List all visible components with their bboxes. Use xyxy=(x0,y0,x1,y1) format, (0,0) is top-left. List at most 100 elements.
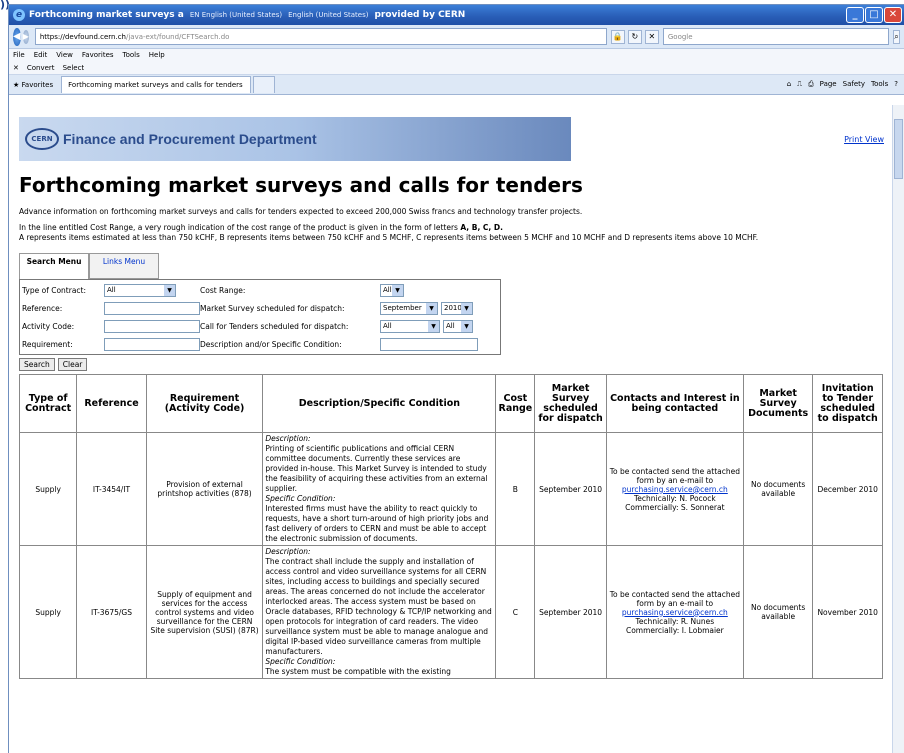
header-cost: Cost Range xyxy=(495,374,536,433)
email-link[interactable]: purchasing.service@cern.ch xyxy=(622,485,728,494)
type-select[interactable]: All ▼ xyxy=(104,283,176,297)
address-bar[interactable]: https://devfound.cern.ch /java-ext/found… xyxy=(34,28,607,45)
header-docs: Market Survey Documents xyxy=(742,374,814,433)
maximize-button[interactable]: □ xyxy=(865,7,883,23)
address-path: /java-ext/found/CFTSearch.do xyxy=(126,32,230,41)
cell-description: Description: The contract shall include … xyxy=(262,545,497,679)
new-tab-button[interactable] xyxy=(253,76,276,93)
cell-cost: B xyxy=(495,432,536,546)
minimize-button[interactable]: _ xyxy=(846,7,864,23)
menu-tools[interactable]: Tools xyxy=(123,51,140,59)
select-button[interactable]: Select xyxy=(63,64,85,72)
tab-active[interactable]: Forthcoming market surveys and calls for… xyxy=(61,76,252,93)
menu-tabs: Search Menu Links Menu xyxy=(19,253,179,279)
help-icon[interactable]: ? xyxy=(894,80,898,89)
cft-year-value: All xyxy=(446,322,455,330)
desc-text: Printing of scientific publications and … xyxy=(265,444,488,493)
tab-search-menu[interactable]: Search Menu xyxy=(19,253,89,279)
department-banner: CERN Finance and Procurement Department xyxy=(19,117,571,161)
cell-description: Description: Printing of scientific publ… xyxy=(262,432,497,546)
requirement-input[interactable] xyxy=(104,337,200,351)
favorites-button[interactable]: ★ Favorites xyxy=(13,81,53,89)
print-view-link[interactable]: Print View xyxy=(844,135,884,144)
lock-icon[interactable]: 🔒 xyxy=(610,29,625,44)
cost-select[interactable]: All ▼ xyxy=(380,283,404,297)
address-icons: 🔒 ↻ ✕ xyxy=(610,29,659,44)
tab-links-menu[interactable]: Links Menu xyxy=(89,253,159,279)
cond-heading: Specific Condition: xyxy=(265,657,336,666)
search-button[interactable]: Search xyxy=(19,358,55,371)
cell-reference: IT-3454/IT xyxy=(76,432,147,546)
header-contacts: Contacts and Interest in being contacted xyxy=(605,374,744,433)
feeds-icon[interactable]: ⎍ xyxy=(797,80,802,89)
cft-month-select[interactable]: All ▼ xyxy=(380,319,440,333)
back-button[interactable]: ◀ xyxy=(13,27,21,46)
header-description: Description/Specific Condition xyxy=(262,374,497,433)
chevron-down-icon: ▼ xyxy=(461,320,472,332)
cft-year-select[interactable]: All ▼ xyxy=(443,319,473,333)
vertical-scrollbar[interactable] xyxy=(892,105,904,753)
ms-year-select[interactable]: 2010 ▼ xyxy=(441,301,473,315)
desc-input[interactable] xyxy=(380,337,478,351)
menu-edit[interactable]: Edit xyxy=(34,51,48,59)
menu-help[interactable]: Help xyxy=(149,51,165,59)
reference-label: Reference: xyxy=(22,303,63,313)
convert-button[interactable]: Convert xyxy=(27,64,55,72)
forward-button[interactable]: ▶ xyxy=(22,29,29,44)
cell-requirement: Supply of equipment and services for the… xyxy=(145,545,264,679)
search-box[interactable]: Google xyxy=(662,28,889,45)
cern-logo: CERN xyxy=(25,128,59,150)
language-bar-2[interactable]: English (United States) xyxy=(288,11,368,19)
command-bar: ⌂ ⎍ ⎙ Page Safety Tools ? xyxy=(787,80,904,89)
menu-file[interactable]: File xyxy=(13,51,25,59)
provided-by: provided by CERN xyxy=(374,10,466,20)
type-value: All xyxy=(107,286,116,294)
page-title: Forthcoming market surveys and calls for… xyxy=(19,173,583,197)
cft-label: Call for Tenders scheduled for dispatch: xyxy=(200,321,349,331)
banner-title: Finance and Procurement Department xyxy=(63,131,317,147)
print-icon[interactable]: ⎙ xyxy=(808,80,814,89)
table-row: Supply IT-3675/GS Supply of equipment an… xyxy=(18,545,883,679)
reference-input[interactable] xyxy=(104,301,200,315)
cell-docs: No documents available xyxy=(742,545,814,679)
close-button[interactable]: ✕ xyxy=(884,7,902,23)
cell-docs: No documents available xyxy=(742,432,814,546)
cell-ms: September 2010 xyxy=(534,432,607,546)
tools-menu[interactable]: Tools xyxy=(871,80,888,89)
menu-view[interactable]: View xyxy=(56,51,73,59)
scrollbar-thumb[interactable] xyxy=(894,119,903,179)
ms-year-value: 2010 xyxy=(444,304,462,312)
clear-button[interactable]: Clear xyxy=(57,358,88,371)
stop-icon[interactable]: ✕ xyxy=(644,29,659,44)
cell-reference: IT-3675/GS xyxy=(76,545,147,679)
cond-text: Interested firms must have the ability t… xyxy=(265,504,489,543)
activity-label: Activity Code: xyxy=(22,321,75,331)
refresh-icon[interactable]: ↻ xyxy=(627,29,642,44)
search-icon[interactable]: ⌕ xyxy=(892,29,900,44)
page-content: CERN Finance and Procurement Department … xyxy=(9,105,892,753)
page-menu[interactable]: Page xyxy=(820,80,837,89)
cost-range-letters: A, B, C, D. xyxy=(460,223,503,232)
search-placeholder: Google xyxy=(667,32,693,41)
email-link[interactable]: purchasing.service@cern.ch xyxy=(622,608,728,617)
ie-logo-icon: e xyxy=(13,9,25,21)
desc-text: The contract shall include the supply an… xyxy=(265,557,492,656)
contact-pre: To be contacted send the attached form b… xyxy=(609,589,741,608)
cost-range-explanation: A represents items estimated at less tha… xyxy=(19,233,759,242)
window-controls: _ □ ✕ xyxy=(846,7,902,23)
ms-month-select[interactable]: September ▼ xyxy=(380,301,438,315)
contact-pre: To be contacted send the attached form b… xyxy=(609,466,741,485)
header-reference: Reference xyxy=(76,374,147,433)
search-form: Type of Contract: All ▼ Cost Range: All ▼ … xyxy=(19,279,501,355)
chevron-down-icon: ▼ xyxy=(392,284,403,296)
chevron-down-icon: ▼ xyxy=(426,302,437,314)
cell-type: Supply xyxy=(18,545,78,679)
menu-favorites[interactable]: Favorites xyxy=(82,51,114,59)
cond-text: The system must be compatible with the e… xyxy=(265,667,451,676)
close-toolbar-icon[interactable]: ✕ xyxy=(13,64,19,72)
safety-menu[interactable]: Safety xyxy=(843,80,865,89)
language-bar-1[interactable]: EN English (United States) xyxy=(190,11,282,19)
activity-input[interactable] xyxy=(104,319,200,333)
home-icon[interactable]: ⌂ xyxy=(787,80,791,89)
cell-requirement: Provision of external printshop activiti… xyxy=(145,432,264,546)
